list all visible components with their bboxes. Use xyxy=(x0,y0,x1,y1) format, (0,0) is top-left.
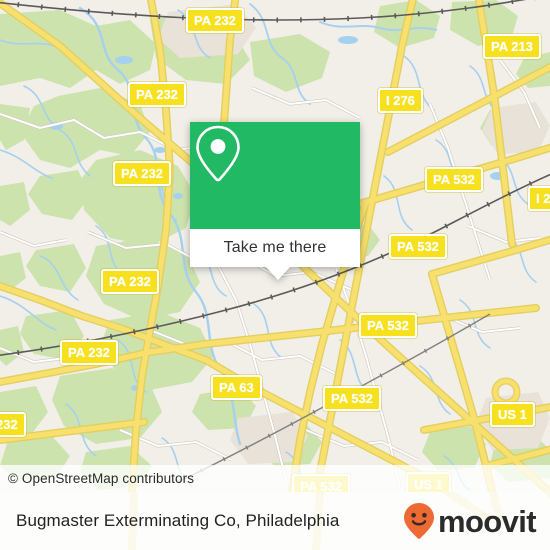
road-shield: PA 232 xyxy=(101,269,159,294)
moovit-smiley-pin-icon xyxy=(403,503,434,539)
road-shield: 232 xyxy=(0,412,26,437)
road-shield: PA 213 xyxy=(483,34,541,59)
moovit-wordmark: moovit xyxy=(437,503,537,539)
map-canvas[interactable]: PA 232 PA 213 PA 232 I 276 PA 232 PA 532 I 2 PA… xyxy=(0,0,550,492)
road-shield: PA 532 xyxy=(323,386,381,411)
road-shield: PA 532 xyxy=(359,313,417,338)
road-shield: PA 63 xyxy=(211,375,262,400)
place-title: Bugmaster Exterminating Co, Philadelphia xyxy=(16,511,340,530)
map-pin-icon xyxy=(196,125,240,182)
road-shield: PA 532 xyxy=(425,167,483,192)
attribution-text: © OpenStreetMap contributors xyxy=(8,471,195,486)
road-shield: I 2 xyxy=(528,186,550,211)
popup-tail xyxy=(266,267,290,280)
popup-footer[interactable]: Take me there xyxy=(190,229,360,280)
map-attribution: © OpenStreetMap contributors xyxy=(0,465,550,492)
footer-bar: Bugmaster Exterminating Co, Philadelphia… xyxy=(0,492,550,550)
road-shield: PA 232 xyxy=(186,8,244,33)
road-shield: PA 232 xyxy=(113,161,171,186)
take-me-there-label: Take me there xyxy=(223,239,327,256)
popup-image xyxy=(190,122,360,229)
road-shield: I 276 xyxy=(378,88,423,113)
map-screenshot: PA 232 PA 213 PA 232 I 276 PA 232 PA 532 I 2 PA… xyxy=(0,0,550,550)
road-shield: US 1 xyxy=(490,402,535,427)
location-popup[interactable]: Take me there xyxy=(190,122,360,280)
moovit-brand: moovit xyxy=(402,501,550,541)
road-shield: PA 232 xyxy=(128,82,186,107)
road-shield: PA 532 xyxy=(389,234,447,259)
road-shield: PA 232 xyxy=(60,340,118,365)
